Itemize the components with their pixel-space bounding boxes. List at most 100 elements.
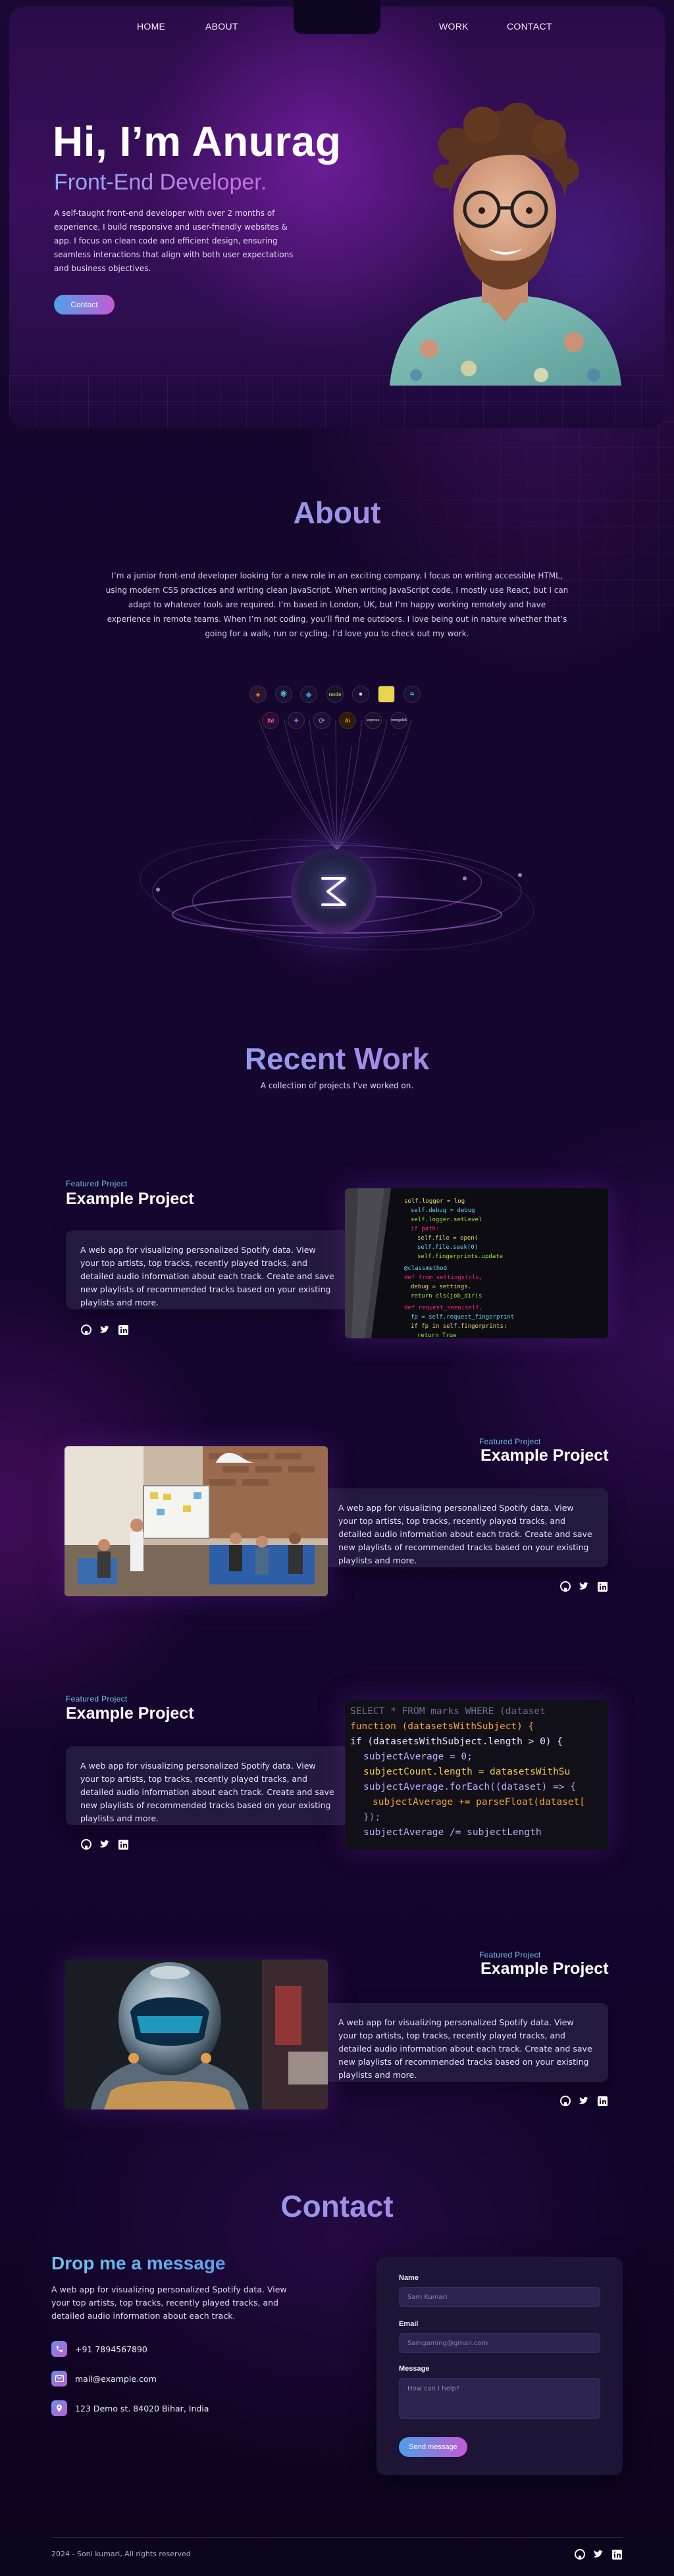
email-label: Email bbox=[399, 2320, 419, 2328]
project-3-image[interactable]: SELECT * FROM marks WHERE (dataset funct… bbox=[345, 1700, 608, 1850]
contact-phone[interactable]: +91 7894567890 bbox=[51, 2341, 147, 2357]
project-1-image[interactable]: self.logger = log self.debug = debug sel… bbox=[345, 1188, 608, 1338]
svg-text:self.logger.setLevel: self.logger.setLevel bbox=[411, 1217, 482, 1223]
project-4-title[interactable]: Example Project bbox=[480, 1959, 609, 1979]
send-message-button[interactable]: Send message bbox=[399, 2437, 467, 2457]
hero-title: Hi, I’m Anurag bbox=[53, 118, 342, 165]
github-icon[interactable] bbox=[559, 1580, 571, 1592]
project-3-title[interactable]: Example Project bbox=[66, 1704, 194, 1723]
code-line: }); bbox=[363, 1812, 381, 1823]
linkedin-icon[interactable] bbox=[596, 2095, 608, 2107]
project-2-title[interactable]: Example Project bbox=[480, 1446, 609, 1465]
twitter-icon[interactable] bbox=[99, 1324, 111, 1336]
project-1-description: A web app for visualizing personalized S… bbox=[66, 1230, 350, 1309]
project-3-description: A web app for visualizing personalized S… bbox=[66, 1746, 350, 1825]
profile-portrait bbox=[390, 103, 621, 386]
project-4-label: Featured Project bbox=[479, 1950, 541, 1959]
code-line: SELECT * FROM marks WHERE (dataset bbox=[350, 1706, 546, 1717]
contact-form: Name Email Message Send message bbox=[376, 2257, 623, 2475]
about-text: I’m a junior front-end developer looking… bbox=[105, 571, 569, 638]
contact-heading: Drop me a message bbox=[51, 2253, 226, 2273]
project-4-links bbox=[559, 2095, 608, 2107]
svg-text:self.fingerprints.update: self.fingerprints.update bbox=[417, 1253, 503, 1260]
name-label: Name bbox=[399, 2274, 419, 2282]
orbit-lines-decoration bbox=[140, 719, 534, 951]
code-line: subjectAverage.forEach((dataset) => { bbox=[363, 1782, 577, 1792]
code-line: subjectCount.length = datasetsWithSu bbox=[363, 1767, 571, 1777]
email-field[interactable] bbox=[399, 2333, 600, 2353]
address-text: 123 Demo st. 84020 Bihar, India bbox=[75, 2403, 209, 2413]
contact-description: A web app for visualizing personalized S… bbox=[51, 2285, 287, 2321]
svg-text:self.debug = debug: self.debug = debug bbox=[411, 1207, 475, 1214]
adobe-xd-icon: Xd bbox=[262, 712, 279, 729]
svg-text:def from_settings(cls,: def from_settings(cls, bbox=[404, 1275, 482, 1281]
project-2-image[interactable] bbox=[65, 1446, 328, 1596]
svg-text:self.logger = log: self.logger = log bbox=[404, 1198, 465, 1205]
linkedin-icon[interactable] bbox=[596, 1580, 608, 1592]
twitter-icon[interactable] bbox=[592, 2548, 604, 2560]
hero-section: Hi, I’m Anurag Front-End Developer. A se… bbox=[9, 7, 665, 428]
linkedin-icon[interactable] bbox=[117, 1324, 129, 1336]
node-icon: node bbox=[326, 686, 344, 703]
message-label: Message bbox=[399, 2365, 430, 2373]
nav-about-link[interactable]: ABOUT bbox=[205, 21, 238, 32]
project-1-links bbox=[80, 1324, 129, 1336]
hero-description: A self-taught front-end developer with o… bbox=[54, 209, 294, 273]
contact-title: Contact bbox=[0, 2188, 674, 2224]
project-4-description: A web app for visualizing personalized S… bbox=[324, 2003, 608, 2082]
project-4-image[interactable] bbox=[65, 1959, 328, 2109]
footer-copyright: 2024 - Soni kumari, All rights reserved bbox=[51, 2550, 191, 2558]
js-icon bbox=[378, 686, 395, 703]
code-line: function (datasetsWithSubject) { bbox=[350, 1721, 534, 1732]
work-title: Recent Work bbox=[0, 1041, 674, 1076]
github-icon[interactable] bbox=[559, 2095, 571, 2107]
svg-text:if fp in self.fingerprints:: if fp in self.fingerprints: bbox=[411, 1323, 507, 1330]
mail-icon bbox=[51, 2371, 67, 2387]
email-address: mail@example.com bbox=[75, 2373, 157, 2384]
nav-contact-link[interactable]: CONTACT bbox=[507, 21, 552, 32]
work-subtitle: A collection of projects I’ve worked on. bbox=[260, 1081, 414, 1090]
logo-orb bbox=[291, 849, 376, 934]
twitter-icon[interactable] bbox=[578, 2095, 590, 2107]
twitter-icon[interactable] bbox=[99, 1838, 111, 1850]
linkedin-icon[interactable] bbox=[117, 1838, 129, 1850]
nav-notch-decoration bbox=[294, 0, 380, 34]
code-line: subjectAverage = 0; bbox=[363, 1752, 473, 1762]
svg-text:fp = self.request_fingerprint: fp = self.request_fingerprint bbox=[411, 1314, 514, 1321]
name-field[interactable] bbox=[399, 2287, 600, 2307]
nav-home-link[interactable]: HOME bbox=[137, 21, 165, 32]
project-2-links bbox=[559, 1580, 608, 1592]
nav-work-link[interactable]: WORK bbox=[439, 21, 469, 32]
github-icon[interactable] bbox=[574, 2548, 586, 2560]
svg-text:if path:: if path: bbox=[411, 1226, 439, 1232]
project-1-title[interactable]: Example Project bbox=[66, 1190, 194, 1209]
code-line: if (datasetsWithSubject.length > 0) { bbox=[350, 1736, 563, 1747]
linkedin-icon[interactable] bbox=[611, 2548, 623, 2560]
github-icon[interactable] bbox=[80, 1838, 92, 1850]
top-navigation: HOME ABOUT WORK CONTACT bbox=[0, 0, 674, 34]
project-2-description: A web app for visualizing personalized S… bbox=[324, 1488, 608, 1567]
illustrator-icon: Ai bbox=[339, 712, 356, 729]
css-icon: ◈ bbox=[300, 686, 317, 703]
footer-divider bbox=[51, 2537, 623, 2538]
react-icon: ⚛ bbox=[275, 686, 292, 703]
contact-email[interactable]: mail@example.com bbox=[51, 2371, 157, 2387]
project-2-label: Featured Project bbox=[479, 1437, 541, 1446]
message-field[interactable] bbox=[399, 2378, 600, 2419]
twitter-icon[interactable] bbox=[578, 1580, 590, 1592]
html-icon: ◆ bbox=[249, 686, 267, 703]
location-icon bbox=[51, 2400, 67, 2416]
contact-address: 123 Demo st. 84020 Bihar, India bbox=[51, 2400, 209, 2416]
contact-button[interactable]: Contact bbox=[54, 295, 115, 315]
github-icon[interactable] bbox=[80, 1324, 92, 1336]
project-3-links bbox=[80, 1838, 129, 1850]
svg-text:return True: return True bbox=[417, 1332, 457, 1338]
logo-icon bbox=[321, 877, 346, 906]
svg-text:debug = settings.: debug = settings. bbox=[411, 1284, 471, 1290]
phone-icon bbox=[51, 2341, 67, 2357]
svg-text:@classmethod: @classmethod bbox=[404, 1265, 447, 1272]
svg-text:return cls(job_dir(s: return cls(job_dir(s bbox=[411, 1293, 482, 1300]
svg-text:self.file.seek(0): self.file.seek(0) bbox=[417, 1244, 478, 1251]
footer-social-links bbox=[574, 2548, 623, 2560]
project-3-label: Featured Project bbox=[66, 1694, 128, 1704]
